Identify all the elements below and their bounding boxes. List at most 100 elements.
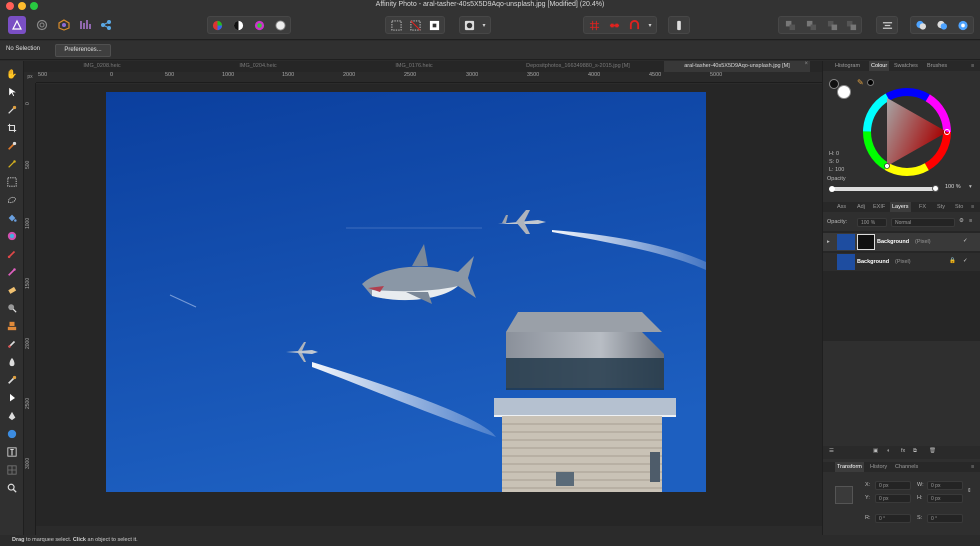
opacity-slider[interactable] <box>833 187 935 191</box>
move-to-back-icon[interactable] <box>782 16 798 34</box>
layer-visibility-checkbox[interactable]: ✓ <box>963 258 968 264</box>
clone-brush-tool-icon[interactable] <box>4 319 20 333</box>
pen-tool-icon[interactable] <box>4 409 20 423</box>
move-to-front-icon[interactable] <box>843 16 859 34</box>
snapping-magnet-icon[interactable] <box>626 16 642 34</box>
layer-opacity-field[interactable]: 100 % <box>857 218 887 227</box>
hand-tool-icon[interactable]: ✋ <box>4 67 20 81</box>
tab-fx[interactable]: FX <box>919 202 926 212</box>
layers-stack-icon[interactable]: ☰ <box>829 448 834 454</box>
tab-adjustments[interactable]: Adj <box>857 202 865 212</box>
tab-assets[interactable]: Ass <box>837 202 846 212</box>
expand-layer-icon[interactable]: ▸ <box>827 239 830 245</box>
trash-icon[interactable]: 🗑 <box>929 448 936 454</box>
grid-icon[interactable] <box>586 16 602 34</box>
colour-replacement-tool-icon[interactable] <box>4 265 20 279</box>
colour-wheel[interactable] <box>861 86 953 178</box>
layer-row[interactable]: ▸ Background (Pixel) ✓ <box>823 233 980 251</box>
mesh-warp-tool-icon[interactable] <box>4 463 20 477</box>
sharpen-brush-tool-icon[interactable] <box>4 373 20 387</box>
y-field[interactable]: 0 px <box>875 494 911 503</box>
move-back-icon[interactable] <box>803 16 819 34</box>
blend-mode-select[interactable]: Normal <box>891 218 955 227</box>
chat-alt-icon[interactable] <box>934 16 950 34</box>
auto-colours-icon[interactable] <box>251 16 267 34</box>
panel-menu-icon[interactable]: ≡ <box>969 218 972 224</box>
flood-select-tool-icon[interactable] <box>4 157 20 171</box>
auto-contrast-icon[interactable] <box>230 16 246 34</box>
lock-icon[interactable]: 🔒 <box>949 258 956 264</box>
fx-icon[interactable]: fx <box>901 448 905 454</box>
document-tab[interactable]: IMG_0204.heic <box>180 61 336 72</box>
move-tool-icon[interactable] <box>4 85 20 99</box>
chevron-down-icon[interactable]: ▾ <box>480 16 488 34</box>
gradient-tool-icon[interactable] <box>4 229 20 243</box>
erase-brush-tool-icon[interactable] <box>4 283 20 297</box>
deselect-icon[interactable] <box>407 16 423 34</box>
crop-tool-icon[interactable] <box>4 121 20 135</box>
align-icon[interactable] <box>879 16 895 34</box>
shear-field[interactable]: 0 ° <box>927 514 963 523</box>
black-swatch[interactable] <box>867 79 874 86</box>
adjustment-layer-icon[interactable]: ◐ <box>887 448 890 454</box>
tab-stock[interactable]: Sto <box>955 202 963 212</box>
fill-colour-swatch[interactable] <box>837 85 851 99</box>
mask-layer-icon[interactable]: ▣ <box>873 448 878 454</box>
freehand-selection-tool-icon[interactable] <box>4 193 20 207</box>
tab-exif[interactable]: EXIF <box>873 202 885 212</box>
colour-picker-tool-icon[interactable] <box>4 103 20 117</box>
shape-tool-icon[interactable] <box>4 427 20 441</box>
paint-brush-tool-icon[interactable] <box>4 247 20 261</box>
tab-channels[interactable]: Channels <box>895 462 918 472</box>
opacity-slider-handle[interactable] <box>932 185 939 192</box>
tab-histogram[interactable]: Histogram <box>835 61 860 71</box>
zoom-tool-icon[interactable] <box>4 481 20 495</box>
vertical-ruler[interactable]: 0 500 1000 1500 2000 2500 3000 <box>24 83 36 535</box>
marquee-tool-icon[interactable] <box>4 175 20 189</box>
chat-icon[interactable] <box>913 16 929 34</box>
tone-mapping-persona-icon[interactable] <box>78 16 94 34</box>
text-tool-icon[interactable] <box>4 445 20 459</box>
photo-persona-icon[interactable] <box>8 16 26 34</box>
develop-persona-icon[interactable] <box>56 16 72 34</box>
move-forward-icon[interactable] <box>824 16 840 34</box>
smudge-brush-tool-icon[interactable] <box>4 355 20 369</box>
stroke-colour-swatch[interactable] <box>829 79 839 89</box>
rotation-field[interactable]: 0 ° <box>875 514 911 523</box>
auto-white-balance-icon[interactable] <box>272 16 288 34</box>
chevron-down-icon[interactable]: ▾ <box>646 16 654 34</box>
panel-menu-icon[interactable]: ≡ <box>971 202 974 212</box>
x-field[interactable]: 0 px <box>875 481 911 490</box>
preferences-button[interactable]: Preferences... <box>55 44 111 57</box>
select-all-icon[interactable] <box>388 16 404 34</box>
auto-levels-icon[interactable] <box>209 16 225 34</box>
h-field[interactable]: 0 px <box>927 494 963 503</box>
aspect-lock-icon[interactable]: ⇕ <box>967 488 972 494</box>
tab-layers[interactable]: Layers <box>890 202 911 212</box>
tab-history[interactable]: History <box>870 462 887 472</box>
studio-icon[interactable] <box>955 16 971 34</box>
liquify-persona-icon[interactable] <box>34 16 50 34</box>
quick-mask-icon[interactable] <box>462 16 476 34</box>
horizontal-ruler[interactable]: 500 0 500 1000 1500 2000 2500 3000 3500 … <box>36 72 822 83</box>
layer-settings-icon[interactable]: ⚙ <box>959 218 964 224</box>
tab-colour[interactable]: Colour <box>869 61 890 71</box>
panel-menu-icon[interactable]: ≡ <box>971 462 974 472</box>
w-field[interactable]: 0 px <box>927 481 963 490</box>
export-persona-icon[interactable] <box>98 16 114 34</box>
panel-menu-icon[interactable]: ≡ <box>971 61 974 71</box>
invert-selection-icon[interactable] <box>426 16 442 34</box>
anchor-selector[interactable] <box>835 486 853 504</box>
layer-visibility-checkbox[interactable]: ✓ <box>963 238 968 244</box>
opacity-value[interactable]: 100 % <box>945 184 961 190</box>
node-tool-icon[interactable] <box>4 391 20 405</box>
document-tab[interactable]: IMG_0208.heic <box>24 61 180 72</box>
fill-tool-icon[interactable] <box>4 211 20 225</box>
blemish-removal-tool-icon[interactable] <box>4 337 20 351</box>
assistant-icon[interactable] <box>671 16 687 34</box>
close-tab-icon[interactable]: × <box>804 61 808 67</box>
tab-swatches[interactable]: Swatches <box>894 61 918 71</box>
document-tab-active[interactable]: aral-tasher-40s5X5D9Aqo-unsplash.jpg [M] <box>664 61 810 72</box>
tab-brushes[interactable]: Brushes <box>927 61 947 71</box>
document-tab[interactable]: IMG_0176.heic <box>336 61 492 72</box>
